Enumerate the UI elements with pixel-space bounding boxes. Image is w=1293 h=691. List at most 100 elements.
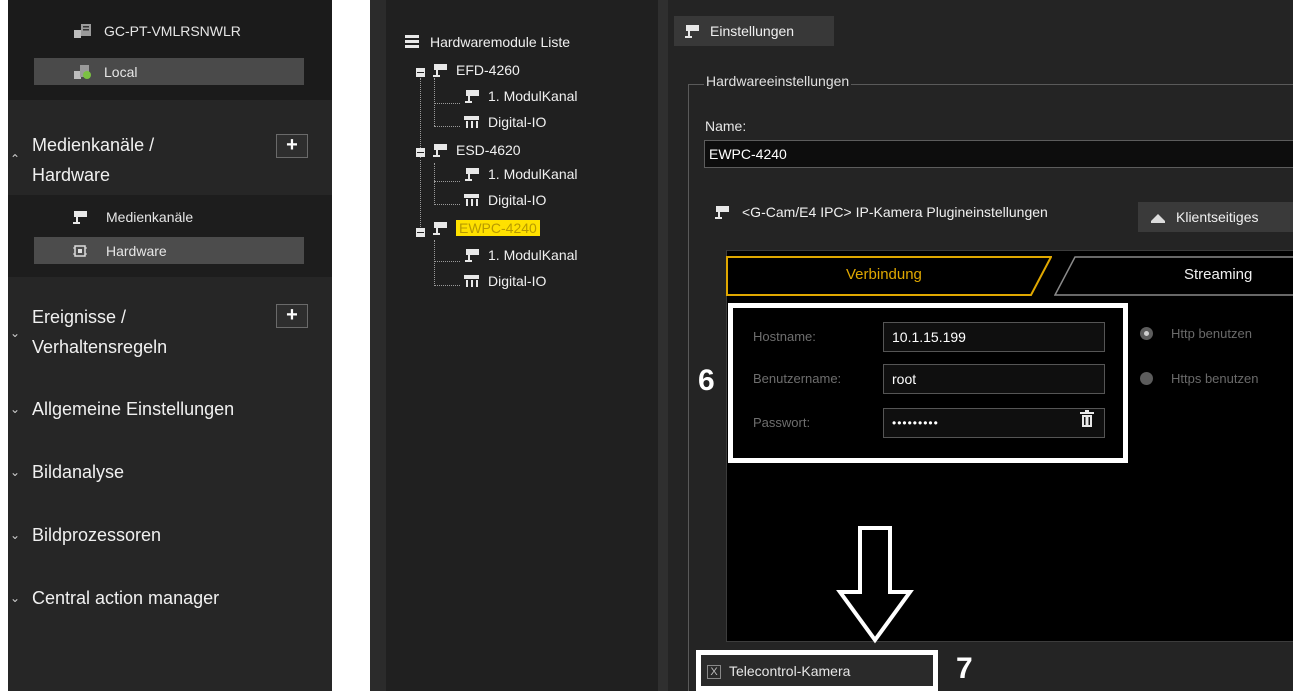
sub-item-medienkanaele[interactable]: Medienkanäle [70, 209, 193, 225]
tree-guide [434, 261, 460, 262]
tab-streaming[interactable] [1054, 256, 1293, 296]
tree-guide [434, 126, 460, 127]
tree-module-efd-4260[interactable]: EFD-4260 [430, 62, 520, 78]
http-option[interactable]: Http benutzen [1140, 326, 1252, 341]
tree-io-item[interactable]: Digital-IO [462, 273, 546, 289]
media-sub-list: Medienkanäle Hardware [8, 195, 332, 277]
server-item-remote[interactable]: GC-PT-VMLRSNWLR [72, 22, 241, 40]
sub-item-hardware[interactable]: Hardware [34, 237, 304, 264]
username-label: Benutzername: [753, 371, 842, 386]
section-title-line1: Medienkanäle / [32, 135, 155, 155]
chevron-down-icon[interactable]: ⌄ [10, 326, 20, 340]
chevron-down-icon[interactable]: ⌄ [10, 591, 20, 605]
digital-io-icon [462, 192, 482, 208]
delete-icon[interactable] [1080, 410, 1094, 438]
chevron-down-icon[interactable]: ⌄ [10, 528, 20, 542]
chevron-up-icon[interactable]: ⌃ [10, 152, 20, 166]
http-label: Http benutzen [1171, 326, 1252, 341]
section-title: Central action manager [32, 588, 220, 608]
camera-icon [462, 166, 482, 182]
tree-module-label: ESD-4620 [456, 142, 521, 158]
https-radio[interactable] [1140, 372, 1153, 385]
chevron-down-icon[interactable]: ⌄ [10, 402, 20, 416]
http-radio[interactable] [1140, 327, 1153, 340]
tree-module-esd-4620[interactable]: ESD-4620 [430, 142, 521, 158]
password-value: ••••••••• [892, 416, 939, 430]
tab-streaming-label: Streaming [1184, 266, 1253, 283]
panel-divider [658, 0, 668, 691]
navigation-panel: GC-PT-VMLRSNWLR Local ⌃ Medienkanäle / H… [8, 0, 332, 691]
section-bildprozessoren[interactable]: ⌄ Bildprozessoren [8, 520, 332, 552]
collapse-icon[interactable] [416, 148, 425, 157]
camera-icon [430, 220, 450, 236]
tree-module-ewpc-4240[interactable]: EWPC-4240 [430, 220, 540, 236]
password-input[interactable]: ••••••••• [883, 408, 1105, 438]
tree-io-item[interactable]: Digital-IO [462, 192, 546, 208]
section-central-action-manager[interactable]: ⌄ Central action manager [8, 583, 332, 615]
hardware-tree: Hardwaremodule Liste EFD-4260 1. ModulKa… [386, 0, 658, 691]
server-item-local[interactable]: Local [34, 58, 304, 85]
collapse-icon[interactable] [416, 228, 425, 237]
section-title-line2: Verhaltensregeln [32, 337, 168, 357]
tree-guide [420, 78, 421, 158]
section-title-line1: Ereignisse / [32, 307, 127, 327]
camera-icon [712, 204, 732, 220]
tab-einstellungen[interactable]: Einstellungen [674, 16, 834, 46]
telecontrol-checkbox-row[interactable]: X Telecontrol-Kamera [696, 650, 938, 691]
name-input[interactable]: EWPC-4240 [704, 140, 1293, 168]
chevron-down-icon[interactable]: ⌄ [10, 465, 20, 479]
tree-guide [434, 78, 435, 126]
hostname-label: Hostname: [753, 329, 816, 344]
name-label: Name: [705, 118, 747, 134]
hostname-input[interactable]: 10.1.15.199 [883, 322, 1105, 352]
tree-io-label: Digital-IO [488, 192, 547, 208]
camera-icon [462, 88, 482, 104]
section-bildanalyse[interactable]: ⌄ Bildanalyse [8, 457, 332, 489]
tree-module-label: EFD-4260 [456, 62, 520, 78]
connection-fields-box: Hostname: 10.1.15.199 Benutzername: root… [728, 303, 1128, 463]
sub-item-label: Hardware [106, 242, 167, 259]
list-icon [404, 34, 424, 50]
tab-label: Einstellungen [710, 23, 795, 39]
tab-client-settings[interactable]: Klientseitiges [1138, 202, 1293, 232]
tree-io-item[interactable]: Digital-IO [462, 114, 546, 130]
tree-channel-label: 1. ModulKanal [488, 247, 578, 263]
digital-io-icon [462, 114, 482, 130]
tree-root-label: Hardwaremodule Liste [430, 34, 571, 50]
username-input[interactable]: root [883, 364, 1105, 394]
tree-io-label: Digital-IO [488, 273, 547, 289]
tree-root[interactable]: Hardwaremodule Liste [404, 34, 570, 50]
tree-guide [434, 181, 460, 182]
section-title-line2: Hardware [32, 165, 111, 185]
section-title: Bildprozessoren [32, 525, 162, 545]
telecontrol-checkbox[interactable]: X [707, 665, 721, 679]
tree-channel-label: 1. ModulKanal [488, 166, 578, 182]
step-annotation-6: 6 [698, 364, 715, 397]
tree-guide [434, 240, 435, 286]
tree-guide [420, 160, 421, 235]
camera-icon [682, 23, 702, 39]
add-media-button[interactable]: + [276, 134, 308, 158]
tab-plugin-settings[interactable]: <G-Cam/E4 IPC> IP-Kamera Plugineinstellu… [712, 204, 1048, 220]
add-event-button[interactable]: + [276, 304, 308, 328]
camera-icon [462, 247, 482, 263]
tree-guide [434, 163, 435, 205]
section-allgemeine-einstellungen[interactable]: ⌄ Allgemeine Einstellungen [8, 394, 332, 426]
password-label: Passwort: [753, 415, 811, 430]
section-medienkanaele-hardware[interactable]: ⌃ Medienkanäle / Hardware + [8, 128, 332, 196]
tree-guide [434, 204, 460, 205]
tree-io-label: Digital-IO [488, 114, 547, 130]
chip-icon [70, 243, 90, 259]
tree-channel-item[interactable]: 1. ModulKanal [462, 247, 578, 263]
section-title: Medienkanäle / Hardware [32, 130, 154, 190]
tree-channel-item[interactable]: 1. ModulKanal [462, 166, 578, 182]
tree-channel-label: 1. ModulKanal [488, 88, 578, 104]
server-label: GC-PT-VMLRSNWLR [104, 23, 241, 39]
section-ereignisse[interactable]: ⌄ Ereignisse / Verhaltensregeln + [8, 300, 332, 368]
tree-channel-item[interactable]: 1. ModulKanal [462, 88, 578, 104]
server-list: GC-PT-VMLRSNWLR Local [8, 0, 332, 100]
section-title: Allgemeine Einstellungen [32, 399, 235, 419]
https-label: Https benutzen [1171, 371, 1259, 386]
https-option[interactable]: Https benutzen [1140, 371, 1258, 386]
collapse-icon[interactable] [416, 68, 425, 77]
